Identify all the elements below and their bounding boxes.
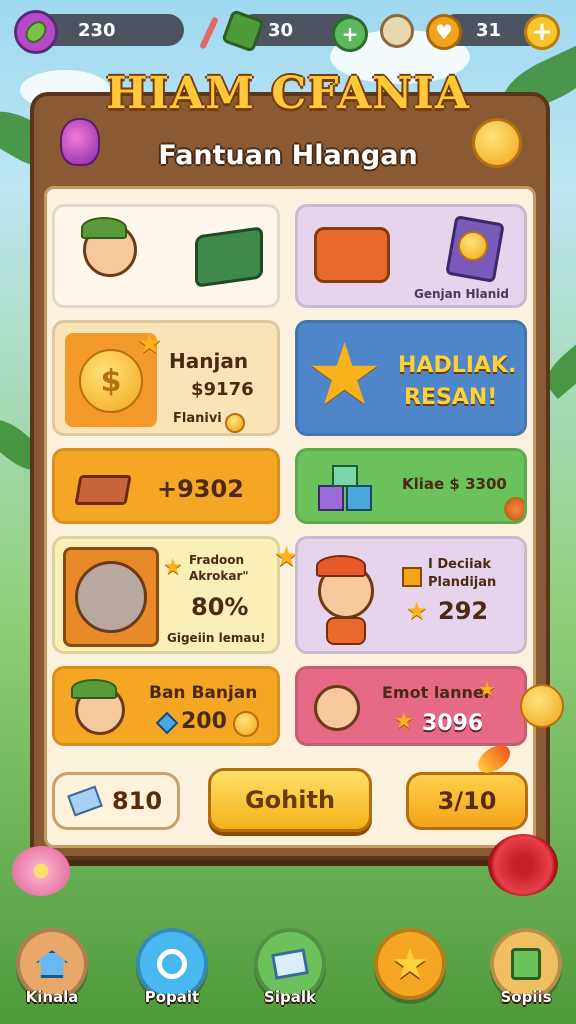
star-icon: ★ (478, 677, 496, 701)
promo-line-1: HADLIAK. (398, 353, 517, 378)
star-icon: ★ (406, 597, 428, 625)
card-line-2: Plandijan (428, 575, 497, 590)
gem-icon (155, 711, 179, 735)
home-icon (36, 950, 68, 978)
progress-button[interactable]: 3/10 (406, 772, 528, 830)
main-action-button[interactable]: Gohith (208, 768, 372, 832)
offer-card-box[interactable]: +9302 (52, 448, 280, 524)
card-title: Hanjan (169, 349, 249, 373)
card-value: 200 (181, 709, 227, 734)
gems-counter[interactable]: 230 (36, 14, 184, 46)
card-line-1: I Deciiak (428, 557, 492, 572)
card-caption: Gigeiin lemau! (167, 631, 266, 645)
coin-icon (504, 497, 524, 521)
card-value: 3096 (422, 711, 484, 736)
offer-card-banjan[interactable]: Ban Banjan 200 (52, 666, 280, 746)
progress-value: 3/10 (437, 787, 497, 815)
card-value: 80% (191, 593, 249, 621)
pencil-icon (199, 16, 219, 50)
card-value: +9302 (157, 475, 244, 503)
gold-coin-icon (520, 684, 564, 728)
ticket-value: 810 (111, 787, 163, 815)
card-line-1: Fradoon (189, 553, 245, 567)
card-line-2: Akrokar" (189, 569, 249, 583)
leaf-gem-icon (14, 10, 58, 54)
ticket-button[interactable]: 810 (52, 772, 180, 830)
settings-icon[interactable] (380, 14, 414, 48)
red-rose-icon (488, 834, 558, 896)
offer-card-blocks[interactable]: Kliae $ 3300 (295, 448, 527, 524)
blocks-icon (318, 465, 376, 513)
hat-icon (71, 679, 117, 699)
add-hearts-button[interactable]: + (524, 14, 560, 50)
search-icon (157, 949, 187, 979)
old-man-avatar (75, 561, 147, 633)
offer-card-emot[interactable]: Emot lannel ★ ★ 3096 (295, 666, 527, 746)
card-stack-icon (271, 948, 309, 980)
star-icon: ★ (391, 939, 429, 988)
list-icon (511, 948, 541, 980)
gold-star-icon: ★ (306, 325, 384, 425)
star-icon: ★ (394, 709, 414, 734)
card-value: $9176 (191, 379, 254, 400)
offer-card-hadliak[interactable]: ★ HADLIAK. RESAN! (295, 320, 527, 436)
card-caption: Genjan Hlanid (414, 287, 509, 301)
offer-card-fradoon[interactable]: ★ Fradoon Akrokar" 80% Gigeiin lemau! (52, 536, 280, 654)
card-title: Emot lannel (382, 683, 490, 702)
card-title: Ban Banjan (149, 683, 258, 703)
offer-card-chest[interactable]: Genjan Hlanid (295, 204, 527, 308)
star-icon: ★ (163, 555, 183, 580)
character-body (326, 617, 366, 645)
cash-value: 30 (268, 19, 294, 41)
card-note: Flanivi (173, 411, 222, 426)
character-avatar (314, 685, 360, 731)
page-subtitle: Fantuan Hlangan (158, 140, 418, 171)
ticket-icon (67, 785, 103, 817)
hat-icon (81, 217, 127, 239)
dollar-coin-icon: $ (79, 349, 143, 413)
promo-line-2: RESAN! (404, 385, 498, 410)
nav-popait-label: Popait (144, 988, 200, 1006)
nav-home-label: Kinala (25, 988, 79, 1006)
page-title: HIAM CFANIA (105, 68, 471, 119)
coin-icon (233, 711, 259, 737)
nav-sipalk-label: Sipalk (264, 988, 316, 1006)
hearts-value: 31 (476, 19, 502, 41)
nav-star-button[interactable]: ★ (374, 928, 446, 1000)
checkbox-icon (402, 567, 422, 587)
coin-icon (225, 413, 245, 433)
offer-card-deciiak[interactable]: I Deciiak Plandijan ★ 292 (295, 536, 527, 654)
red-hat-icon (316, 555, 366, 577)
coin-icon (458, 231, 488, 261)
offer-card-character[interactable] (52, 204, 280, 308)
pink-flower-icon (12, 846, 70, 896)
nav-sopiis-label: Sopiis (500, 988, 552, 1006)
box-icon (74, 475, 132, 505)
card-value: Kliae $ 3300 (402, 475, 507, 493)
star-icon: ★ (137, 327, 163, 360)
offer-card-hanjan[interactable]: $ ★ Hanjan $9176 Flanivi (52, 320, 280, 436)
gems-value: 230 (78, 19, 116, 41)
top-hud: 230 30 + 31 ♥ + (0, 9, 576, 54)
add-cash-button[interactable]: + (332, 16, 368, 52)
heart-icon: ♥ (426, 14, 462, 50)
treasure-box-icon (195, 226, 263, 288)
chest-icon (314, 227, 390, 283)
card-value: 292 (438, 597, 489, 625)
